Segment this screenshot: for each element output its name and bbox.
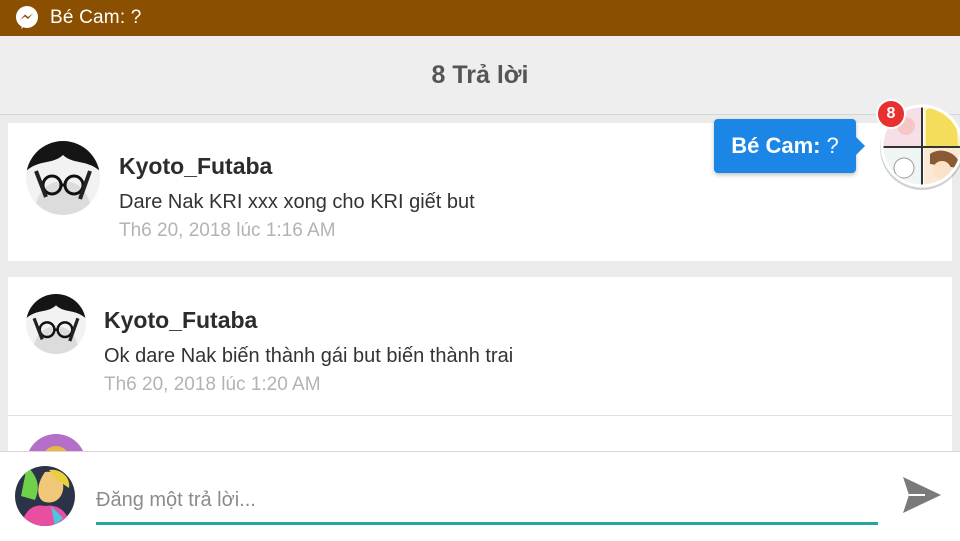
chat-head-bubble[interactable]: Bé Cam: ? bbox=[714, 119, 865, 173]
avatar[interactable] bbox=[26, 434, 86, 451]
avatar[interactable] bbox=[26, 294, 86, 354]
send-button[interactable] bbox=[898, 474, 946, 520]
reply-text: Ok dare Nak biến thành gái but biến thàn… bbox=[104, 345, 514, 367]
reply-card[interactable] bbox=[8, 416, 952, 451]
unread-badge: 8 bbox=[876, 99, 906, 129]
messenger-icon bbox=[14, 5, 40, 31]
reply-author[interactable]: Kyoto_Futaba bbox=[104, 307, 257, 334]
replies-header: 8 Trả lời bbox=[0, 36, 960, 115]
current-user-avatar[interactable] bbox=[15, 466, 75, 526]
reply-input[interactable] bbox=[96, 478, 878, 525]
send-icon bbox=[901, 475, 943, 520]
chat-head[interactable]: 8 bbox=[876, 98, 960, 194]
status-bar: Bé Cam: ? bbox=[0, 0, 960, 36]
reply-card[interactable]: Kyoto_Futaba Ok dare Nak biến thành gái … bbox=[8, 277, 952, 416]
notification-text: Bé Cam: ? bbox=[50, 7, 142, 28]
bubble-message: ? bbox=[826, 133, 839, 158]
page-title: 8 Trả lời bbox=[431, 60, 529, 89]
reply-composer bbox=[0, 451, 960, 541]
bubble-sender: Bé Cam: bbox=[731, 133, 821, 158]
reply-timestamp: Th6 20, 2018 lúc 1:20 AM bbox=[104, 374, 321, 395]
reply-timestamp: Th6 20, 2018 lúc 1:16 AM bbox=[119, 220, 336, 241]
reply-text: Dare Nak KRI xxx xong cho KRI giết but bbox=[119, 191, 475, 213]
avatar[interactable] bbox=[26, 141, 100, 215]
reply-author[interactable]: Kyoto_Futaba bbox=[119, 153, 272, 180]
